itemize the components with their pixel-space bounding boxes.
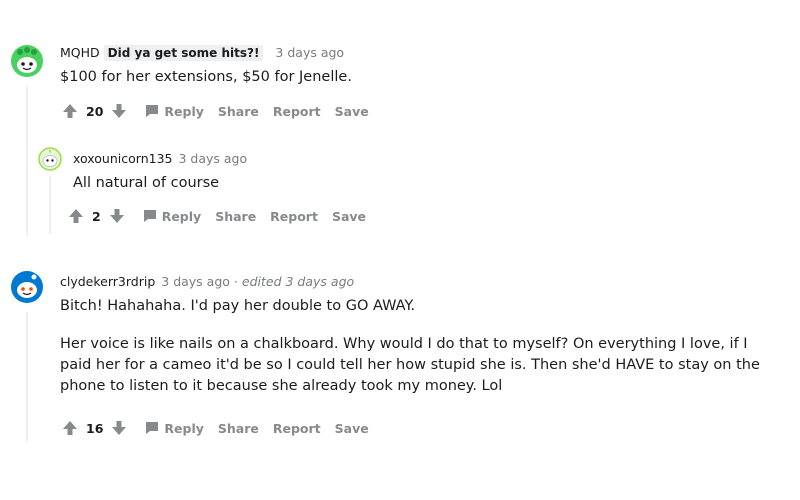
- timestamp[interactable]: 3 days ago: [161, 274, 230, 289]
- reply-bubble-icon: [145, 421, 159, 435]
- comment-body: Bitch! Hahahaha. I'd pay her double to G…: [60, 296, 780, 397]
- downvote-arrow-icon: [112, 421, 127, 435]
- comment-3: clydekerr3rdrip 3 days ago · edited 3 days …: [0, 0, 800, 500]
- comment-paragraph: Bitch! Hahahaha. I'd pay her double to G…: [60, 298, 415, 314]
- reply-button[interactable]: Reply: [145, 420, 204, 436]
- username[interactable]: clydekerr3rdrip: [60, 274, 155, 289]
- separator-dot: ·: [233, 274, 238, 289]
- upvote-button[interactable]: [60, 418, 80, 438]
- vote-score: 16: [86, 420, 104, 436]
- reply-label: Reply: [164, 420, 204, 436]
- save-button[interactable]: Save: [335, 421, 369, 436]
- upvote-arrow-icon: [63, 421, 77, 435]
- thread-line[interactable]: [26, 312, 28, 442]
- downvote-button[interactable]: [109, 418, 129, 438]
- edited-label: edited 3 days ago: [241, 274, 355, 289]
- comment-actions: 16 Reply Share Report Save: [60, 418, 369, 438]
- user-avatar[interactable]: [10, 270, 44, 304]
- share-button[interactable]: Share: [218, 421, 259, 436]
- snoo-avatar-icon: [11, 271, 43, 303]
- report-button[interactable]: Report: [273, 421, 321, 436]
- comment-meta: clydekerr3rdrip 3 days ago · edited 3 days …: [60, 274, 354, 289]
- comment-paragraph: Her voice is like nails on a chalkboard.…: [60, 336, 760, 394]
